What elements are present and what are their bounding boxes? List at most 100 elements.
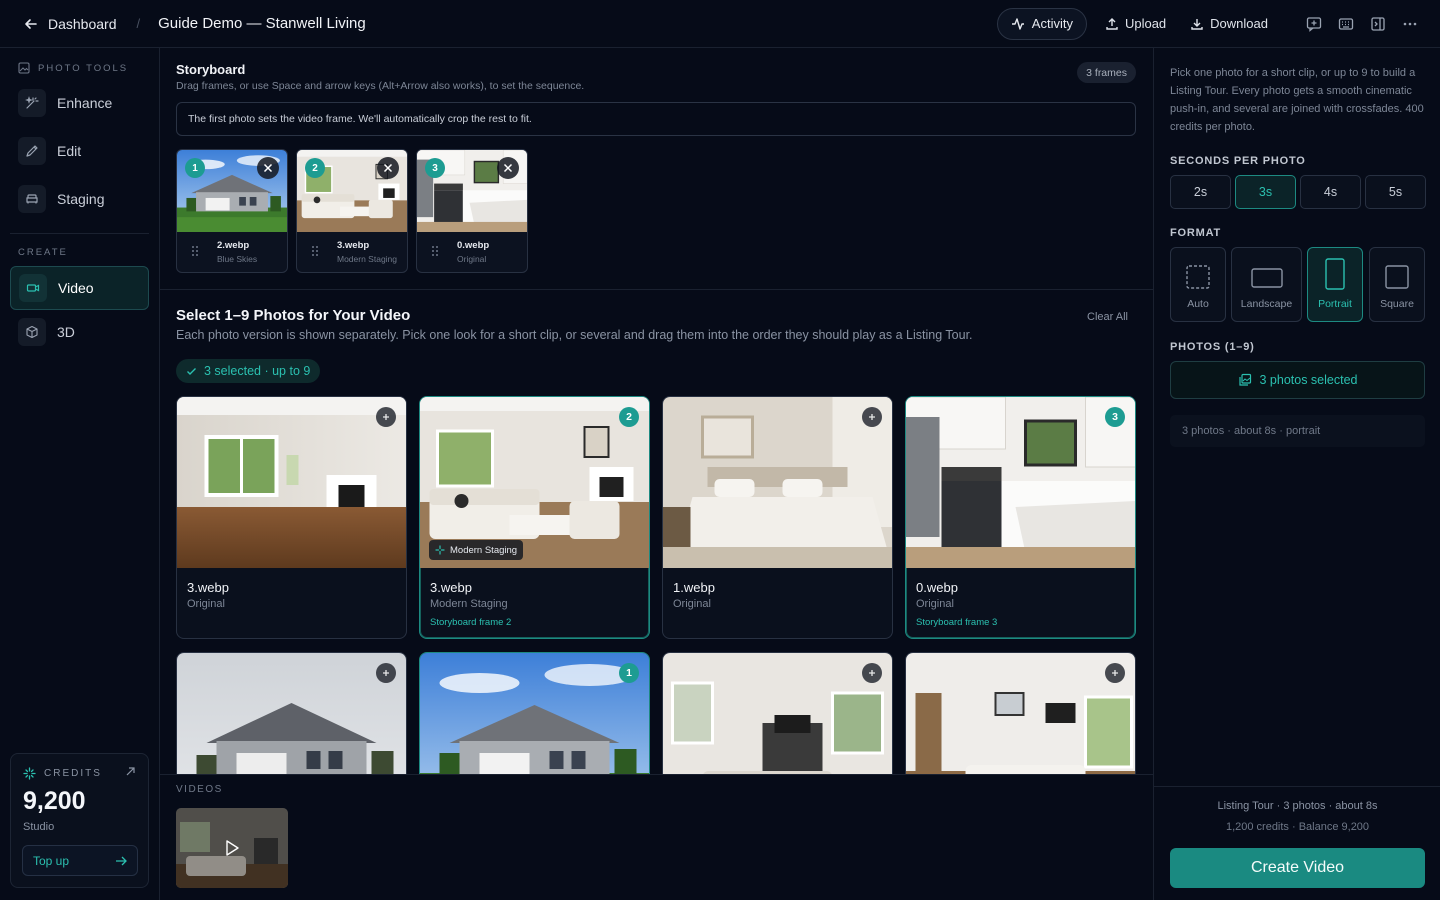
storyboard-frame[interactable]: 3 0.webp Original	[416, 149, 528, 273]
drag-handle-icon[interactable]	[431, 245, 439, 257]
back-to-dashboard-link[interactable]: Dashboard	[24, 16, 117, 32]
external-arrow-icon[interactable]	[125, 766, 136, 777]
selected-count-pill: 3 selected · up to 9	[176, 359, 321, 383]
seconds-option-5s[interactable]: 5s	[1365, 175, 1426, 209]
top-up-button[interactable]: Top up	[22, 845, 138, 876]
add-photo-button[interactable]	[862, 663, 882, 683]
activity-label: Activity	[1031, 16, 1073, 31]
photo-thumbnail	[177, 653, 406, 782]
photos-selected-button[interactable]: 3 photos selected	[1170, 361, 1425, 399]
create-video-button[interactable]: Create Video	[1170, 848, 1425, 888]
sidebar-item-staging[interactable]: Staging	[10, 177, 149, 221]
project-title: Guide Demo — Stanwell Living	[158, 15, 366, 32]
selected-count-label: 3 selected · up to 9	[204, 364, 311, 378]
frame-filename: 3.webp	[337, 240, 370, 251]
format-option-label: Portrait	[1318, 298, 1352, 310]
add-photo-button[interactable]	[1105, 663, 1125, 683]
drag-handle-icon[interactable]	[311, 245, 319, 257]
feedback-icon[interactable]	[1304, 14, 1324, 34]
more-icon[interactable]	[1400, 14, 1420, 34]
storyboard-frame-label: Storyboard frame 3	[916, 617, 998, 628]
panel-description: Pick one photo for a short clip, or up t…	[1170, 67, 1424, 133]
main-content: Storyboard Drag frames, or use Space and…	[160, 48, 1153, 900]
add-photo-button[interactable]	[376, 663, 396, 683]
sidebar-divider	[10, 233, 149, 234]
format-option-label: Square	[1380, 298, 1414, 310]
cost-summary: 1,200 credits · Balance 9,200	[1225, 821, 1370, 833]
photo-filename: 3.webp	[187, 580, 229, 595]
selection-order-badge: 2	[619, 407, 639, 427]
sidebar-item-label: Video	[58, 280, 94, 296]
add-photo-button[interactable]	[376, 407, 396, 427]
format-option-square[interactable]: Square	[1369, 247, 1425, 322]
activity-button[interactable]: Activity	[996, 7, 1087, 40]
sidebar-item-enhance[interactable]: Enhance	[10, 81, 149, 125]
tour-summary: Listing Tour · 3 photos · about 8s	[1217, 800, 1378, 812]
storyboard-hint: Drag frames, or use Space and arrow keys…	[176, 80, 585, 92]
pencil-icon	[18, 137, 46, 165]
format-option-auto[interactable]: Auto	[1170, 247, 1226, 322]
download-button[interactable]: Download	[1190, 16, 1268, 31]
download-icon	[1190, 17, 1204, 31]
clear-all-button[interactable]: Clear All	[1087, 311, 1128, 323]
plan-name: Studio	[23, 821, 55, 833]
add-photo-button[interactable]	[862, 407, 882, 427]
selection-order-badge: 3	[1105, 407, 1125, 427]
seconds-label: SECONDS PER PHOTO	[1170, 155, 1306, 167]
frame-look: Original	[457, 254, 487, 264]
seconds-option-3s[interactable]: 3s	[1235, 175, 1296, 209]
credits-header: CREDITS	[23, 767, 102, 780]
storyboard-frame[interactable]: 2 3.webp Modern Staging	[296, 149, 408, 273]
format-label: FORMAT	[1170, 227, 1222, 239]
photo-filename: 0.webp	[916, 580, 958, 595]
top-actions: Activity Upload Download	[996, 7, 1420, 40]
close-icon	[383, 163, 393, 173]
create-label: CREATE	[18, 247, 68, 258]
section-divider	[160, 289, 1153, 290]
photo-tools-label: PHOTO TOOLS	[38, 62, 129, 74]
photo-tools-section-label: PHOTO TOOLS	[18, 62, 128, 74]
keyboard-icon[interactable]	[1336, 14, 1356, 34]
video-thumbnail[interactable]	[176, 808, 288, 888]
storyboard-note: The first photo sets the video frame. We…	[176, 102, 1136, 136]
photo-card[interactable]: 1.webp Original	[662, 396, 893, 639]
portrait-frame-icon	[1325, 258, 1345, 290]
sidebar-item-video[interactable]: Video	[10, 266, 149, 310]
close-icon	[263, 163, 273, 173]
arrow-left-icon	[24, 17, 38, 31]
credits-label: CREDITS	[44, 768, 102, 779]
sidebar-item-edit[interactable]: Edit	[10, 129, 149, 173]
photo-card[interactable]	[905, 652, 1136, 782]
remove-frame-button[interactable]	[497, 157, 519, 179]
check-icon	[186, 366, 197, 377]
photo-card[interactable]: 3.webp Original	[176, 396, 407, 639]
frame-look: Modern Staging	[337, 254, 398, 264]
photo-card[interactable]: 3 0.webp Original Storyboard frame 3	[905, 396, 1136, 639]
seconds-option-4s[interactable]: 4s	[1300, 175, 1361, 209]
plus-icon	[1112, 670, 1118, 676]
landscape-frame-icon	[1250, 268, 1283, 288]
sidebar-item-3d[interactable]: 3D	[10, 310, 149, 354]
seconds-option-2s[interactable]: 2s	[1170, 175, 1231, 209]
photo-card[interactable]	[662, 652, 893, 782]
remove-frame-button[interactable]	[257, 157, 279, 179]
storyboard-frame[interactable]: 1 2.webp Blue Skies	[176, 149, 288, 273]
sparkle-icon	[23, 767, 36, 780]
format-option-portrait[interactable]: Portrait	[1307, 247, 1363, 322]
plus-icon	[869, 414, 875, 420]
photo-card[interactable]: 2 Modern Staging 3.webp Modern Staging Story…	[419, 396, 650, 639]
remove-frame-button[interactable]	[377, 157, 399, 179]
square-frame-icon	[1384, 264, 1410, 290]
photo-card[interactable]	[176, 652, 407, 782]
photo-card[interactable]: 1	[419, 652, 650, 782]
plus-icon	[869, 670, 875, 676]
photo-look: Original	[916, 598, 954, 610]
upload-button[interactable]: Upload	[1105, 16, 1166, 31]
drag-handle-icon[interactable]	[191, 245, 199, 257]
top-bar: Dashboard / Guide Demo — Stanwell Living…	[0, 0, 1440, 48]
videos-label: VIDEOS	[176, 784, 223, 795]
frame-look: Blue Skies	[217, 254, 258, 264]
format-option-landscape[interactable]: Landscape	[1231, 247, 1302, 322]
images-icon	[1238, 373, 1252, 387]
panel-toggle-icon[interactable]	[1368, 14, 1388, 34]
